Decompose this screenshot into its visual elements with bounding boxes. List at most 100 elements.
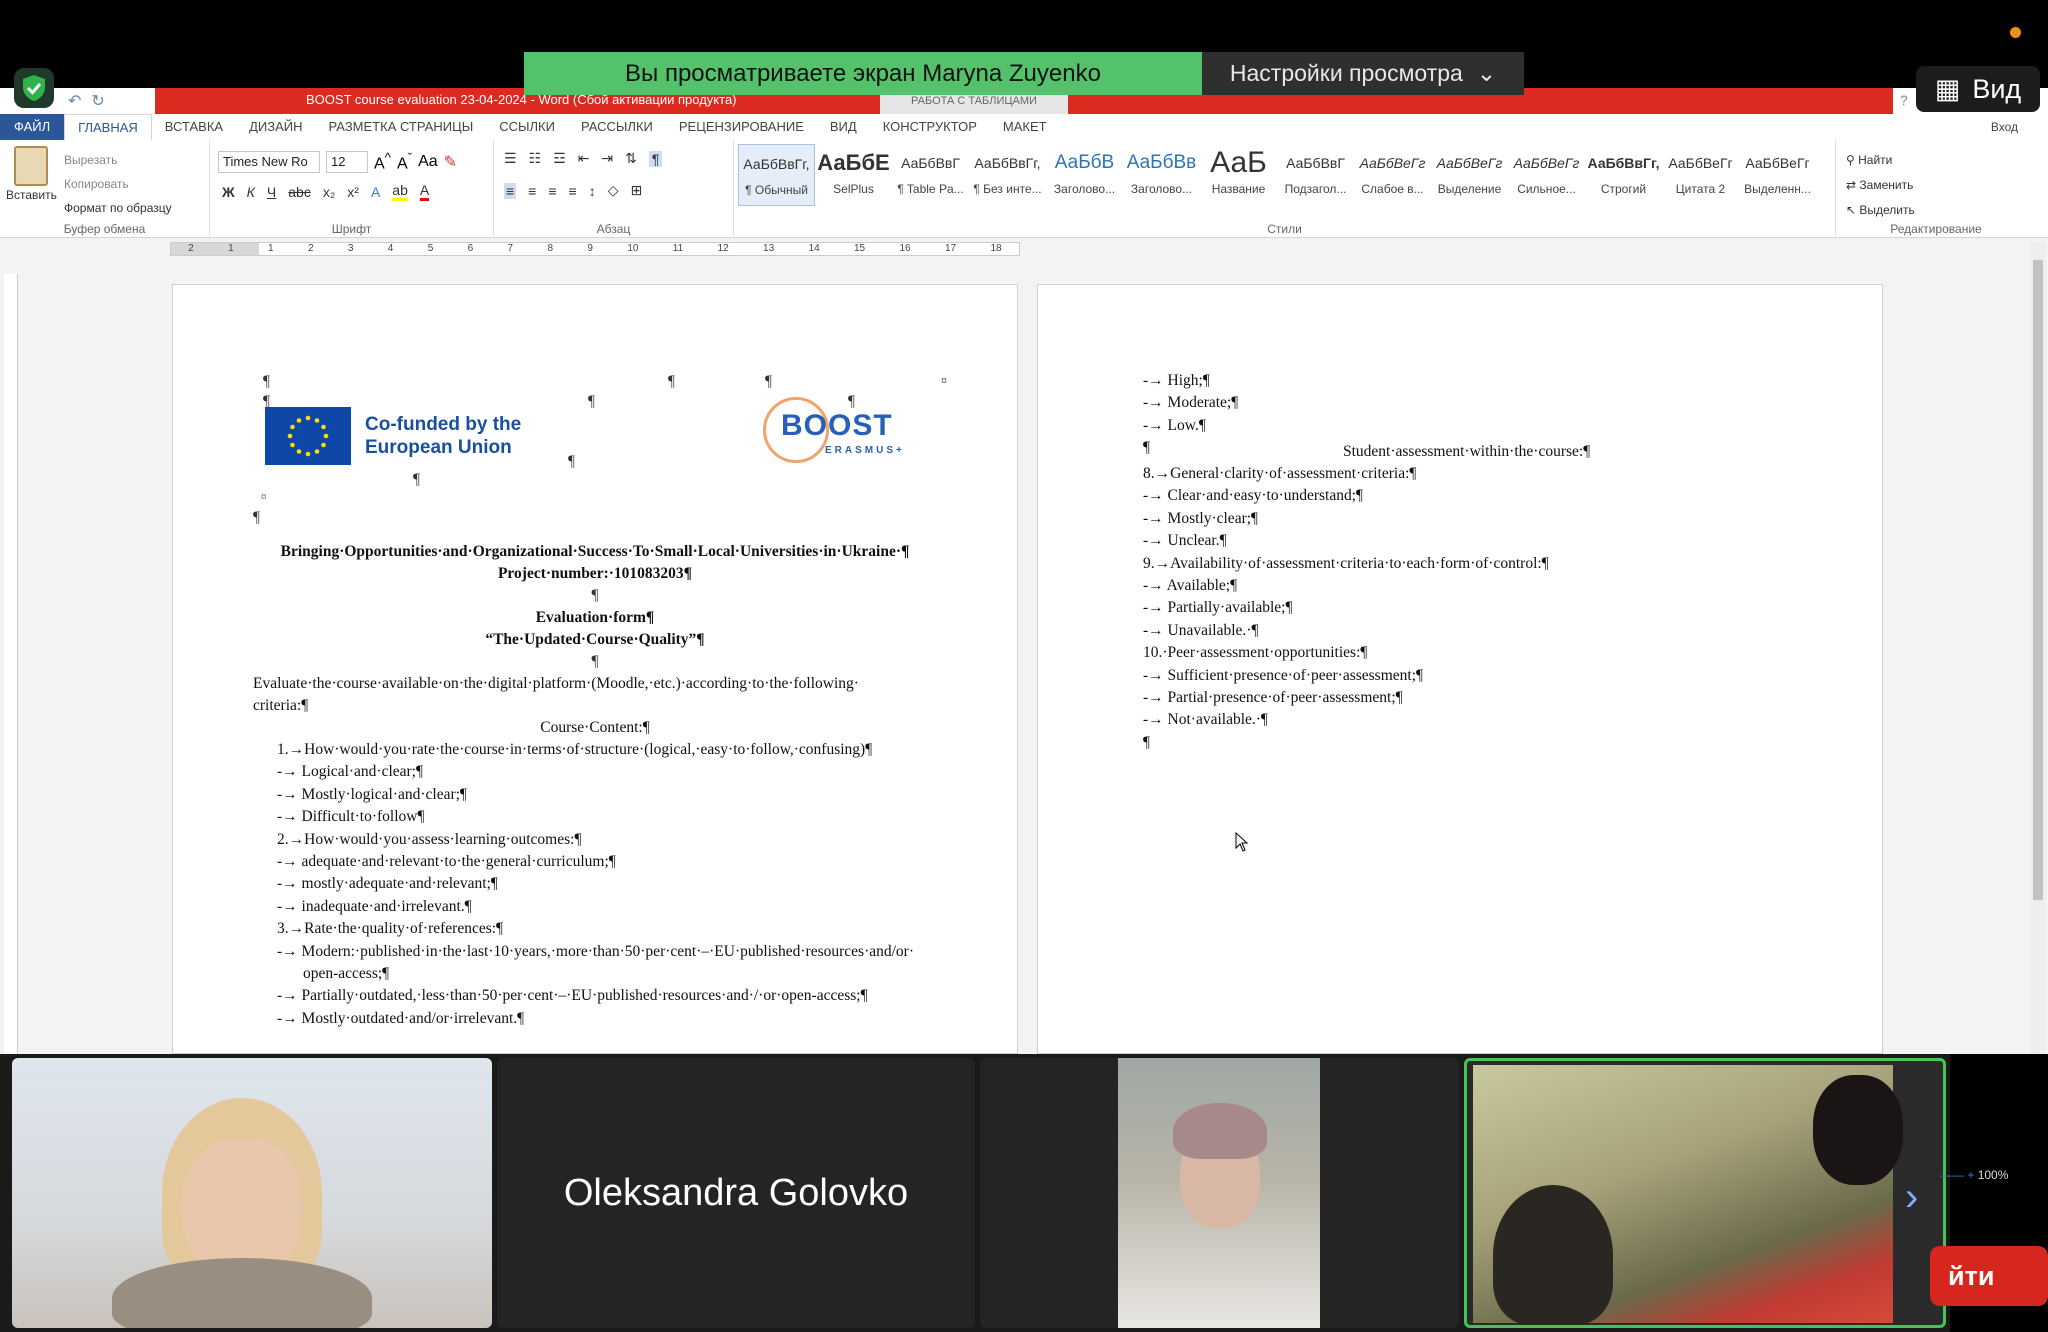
tab-view[interactable]: ВИД — [817, 114, 870, 140]
increase-indent-icon[interactable]: ⇥ — [601, 150, 613, 167]
style-item[interactable]: АаБбВеГг Цитата 2 — [1662, 144, 1739, 206]
screen-share-banner: Вы просматриваете экран Maryna Zuyenko Н… — [524, 52, 1524, 95]
strikethrough-icon[interactable]: abc — [288, 184, 311, 200]
style-item[interactable]: АаБбВвГг, Строгий — [1585, 144, 1662, 206]
grow-font-icon[interactable]: A^ — [374, 150, 391, 173]
participant-tile-oleksandra[interactable]: Oleksandra Golovko — [497, 1058, 975, 1328]
tab-insert[interactable]: ВСТАВКА — [152, 114, 236, 140]
style-item[interactable]: АаБбВеГг Выделение — [1431, 144, 1508, 206]
vertical-scrollbar[interactable] — [2030, 242, 2046, 1054]
select-button[interactable]: ↖ Выделить — [1846, 198, 1915, 223]
style-item[interactable]: АаБбВ Заголово... — [1046, 144, 1123, 206]
login-link[interactable]: Вход — [1991, 120, 2018, 134]
ruler-tick-label: 7 — [507, 243, 514, 254]
change-case-icon[interactable]: Aa — [418, 153, 438, 171]
cut-button[interactable]: Вырезать — [64, 148, 172, 172]
document-line: ¶ — [1143, 733, 1151, 751]
find-button[interactable]: ⚲ Найти — [1846, 148, 1915, 173]
align-center-icon[interactable]: ≡ — [528, 183, 536, 199]
tab-mailings[interactable]: РАССЫЛКИ — [568, 114, 666, 140]
redo-icon[interactable]: ↻ — [91, 91, 104, 111]
italic-icon[interactable]: К — [247, 184, 255, 200]
font-name-select[interactable]: Times New Ro — [218, 150, 320, 173]
tab-table-layout[interactable]: МАКЕТ — [990, 114, 1060, 140]
sort-icon[interactable]: ⇅ — [625, 150, 637, 167]
view-settings-button[interactable]: Настройки просмотра ⌄ — [1202, 52, 1524, 95]
view-button[interactable]: ▦ Вид — [1916, 66, 2040, 112]
document-page-2[interactable]: -→ High;¶ -→ Moderate;¶ -→ Low.¶ ¶ Student·… — [1037, 284, 1883, 1054]
style-item[interactable]: АаБбЕ SelPlus — [815, 144, 892, 206]
align-left-icon[interactable]: ≡ — [504, 182, 517, 199]
style-item[interactable]: АаБбВвГ ¶ Table Pa... — [892, 144, 969, 206]
shrink-font-icon[interactable]: Aˇ — [397, 150, 412, 173]
ruler-tick-label: 12 — [717, 243, 729, 254]
document-line: 8.→General·clarity·of·assessment·criteri… — [1143, 465, 1417, 482]
font-size-select[interactable]: 12 — [326, 150, 368, 173]
document-line: -→ adequate·and·relevant·to·the·general·… — [277, 853, 616, 870]
bold-icon[interactable]: Ж — [222, 184, 235, 200]
tab-file[interactable]: ФАЙЛ — [0, 114, 65, 140]
style-item[interactable]: АаБбВвГг, ¶ Обычный — [738, 144, 815, 206]
font-label: Шрифт — [331, 222, 372, 236]
help-icon[interactable]: ? — [1900, 92, 1908, 108]
participant-video-active-speaker[interactable] — [1464, 1058, 1946, 1328]
tab-layout[interactable]: РАЗМЕТКА СТРАНИЦЫ — [316, 114, 487, 140]
document-line: -→ Partial·presence·of·peer·assessment;¶ — [1143, 689, 1403, 706]
highlight-icon[interactable]: ab — [392, 182, 408, 201]
scrollbar-thumb[interactable] — [2033, 260, 2043, 900]
decrease-indent-icon[interactable]: ⇤ — [578, 150, 590, 167]
tab-constructor[interactable]: КОНСТРУКТОР — [870, 114, 990, 140]
multilevel-list-icon[interactable]: ☲ — [553, 150, 566, 167]
line-spacing-icon[interactable]: ↕ — [589, 183, 596, 199]
document-line: -→ Unclear.¶ — [1143, 532, 1227, 550]
numbering-icon[interactable]: ☷ — [529, 150, 542, 167]
style-item[interactable]: АаБ Название — [1200, 144, 1277, 206]
paste-button[interactable]: Вставить — [6, 146, 57, 202]
chevron-right-icon[interactable]: › — [1905, 1175, 1918, 1220]
style-item[interactable]: АаБбВвГг, ¶ Без инте... — [969, 144, 1046, 206]
document-line: ¶ — [1143, 439, 1151, 457]
ruler-tick-label: 17 — [944, 243, 957, 254]
show-marks-icon[interactable]: ¶ — [648, 150, 663, 167]
shading-icon[interactable]: ◇ — [608, 182, 619, 199]
clear-format-icon[interactable]: ✎ — [444, 152, 457, 172]
clipboard-icon — [14, 146, 48, 186]
ruler-tick-label: 16 — [899, 243, 911, 254]
undo-icon[interactable]: ↶ — [68, 91, 81, 111]
ruler-tick-label: 18 — [990, 243, 1002, 254]
subscript-icon[interactable]: x₂ — [323, 184, 335, 200]
tab-home[interactable]: ГЛАВНАЯ — [64, 114, 152, 140]
binoculars-icon: ⚲ — [1846, 153, 1859, 167]
ribbon: Вставить Вырезать Копировать Формат по о… — [0, 140, 2048, 238]
document-line: -→ Moderate;¶ — [1143, 394, 1239, 412]
document-page-1[interactable]: ¶ ¶ ¶ ¶ ¶ ¶ ¤ Co-funded by the European … — [172, 284, 1018, 1054]
editing-label: Редактирование — [1890, 222, 1982, 236]
replace-button[interactable]: ⇄ Заменить — [1846, 173, 1915, 198]
tab-design[interactable]: ДИЗАЙН — [236, 114, 315, 140]
superscript-icon[interactable]: x² — [347, 184, 359, 200]
text-effects-icon[interactable]: A — [371, 184, 380, 200]
style-item[interactable]: АаБбВеГг Сильное... — [1508, 144, 1585, 206]
underline-icon[interactable]: Ч — [267, 184, 276, 200]
justify-icon[interactable]: ≡ — [569, 183, 577, 199]
style-item[interactable]: АаБбВеГг Выделенн... — [1739, 144, 1816, 206]
participant-video-1[interactable] — [12, 1058, 492, 1328]
font-color-icon[interactable]: A — [419, 182, 430, 201]
leave-button[interactable]: йти — [1930, 1246, 2048, 1306]
participant-video-3[interactable] — [980, 1058, 1459, 1328]
format-painter-button[interactable]: Формат по образцу — [64, 196, 172, 220]
tab-review[interactable]: РЕЦЕНЗИРОВАНИЕ — [666, 114, 817, 140]
horizontal-ruler[interactable]: 2 1 1 2 3 4 5 6 7 8 9 10 11 12 13 14 15 16 17 18 — [170, 242, 1020, 256]
zoom-slider[interactable]: —— + 100% — [1940, 1168, 2008, 1182]
align-right-icon[interactable]: ≡ — [548, 183, 556, 199]
tab-references[interactable]: ССЫЛКИ — [486, 114, 568, 140]
copy-button[interactable]: Копировать — [64, 172, 172, 196]
style-item[interactable]: АаБбВеГг Слабое в... — [1354, 144, 1431, 206]
security-shield-icon[interactable] — [14, 68, 54, 108]
style-item[interactable]: АаБбВвГ Подзагол... — [1277, 144, 1354, 206]
bullets-icon[interactable]: ☰ — [504, 150, 517, 167]
style-item[interactable]: АаБбВв Заголово... — [1123, 144, 1200, 206]
eu-cofunded-logo: Co-funded by the European Union — [265, 405, 565, 467]
borders-icon[interactable]: ⊞ — [630, 182, 642, 199]
quick-access-toolbar[interactable]: ↶ ↻ — [68, 91, 105, 111]
